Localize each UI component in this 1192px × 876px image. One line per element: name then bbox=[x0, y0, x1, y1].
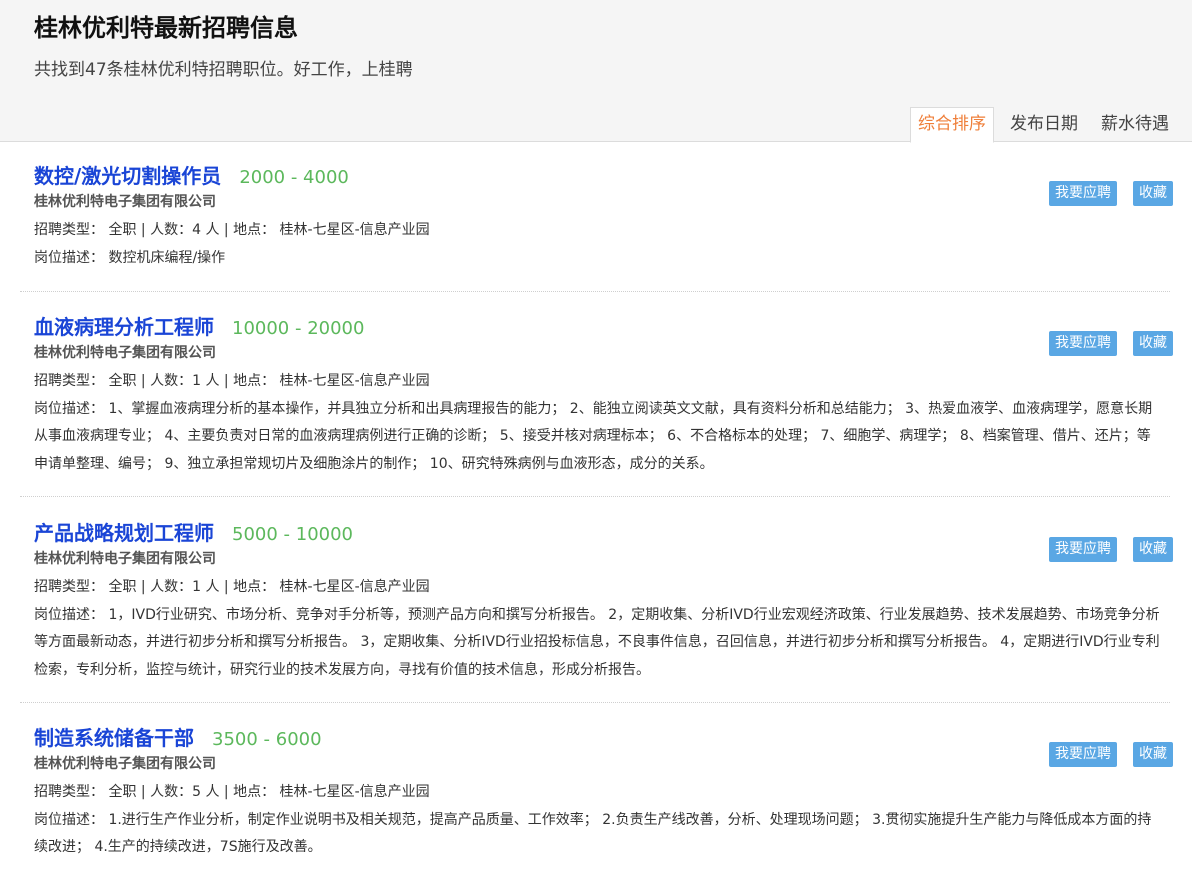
sort-tabs: 综合排序 发布日期 薪水待遇 bbox=[901, 107, 1176, 143]
desc-text: 1.进行生产作业分析，制定作业说明书及相关规范，提高产品质量、工作效率； 2.负… bbox=[34, 811, 1152, 856]
job-type: 全职 bbox=[108, 784, 137, 800]
job-salary: 2000 - 4000 bbox=[239, 167, 349, 188]
job-header: 数控/激光切割操作员 2000 - 4000 bbox=[34, 160, 1170, 190]
location-label: 地点： bbox=[233, 579, 276, 595]
job-meta: 招聘类型： 全职 | 人数：1 人 | 地点： 桂林-七星区-信息产业园 bbox=[34, 574, 1170, 602]
desc-text: 1、掌握血液病理分析的基本操作，并具独立分析和出具病理报告的能力； 2、能独立阅… bbox=[34, 400, 1153, 472]
company-name: 桂林优利特电子集团有限公司 bbox=[34, 194, 216, 210]
desc-label: 岗位描述： bbox=[34, 400, 104, 417]
divider bbox=[20, 702, 1170, 703]
type-label: 招聘类型： bbox=[34, 784, 104, 800]
count-label: 人数： bbox=[150, 373, 193, 389]
separator: | bbox=[223, 373, 229, 389]
job-listing: 产品战略规划工程师 5000 - 10000 桂林优利特电子集团有限公司 招聘类型… bbox=[20, 517, 1170, 684]
job-description: 岗位描述： 1.进行生产作业分析，制定作业说明书及相关规范，提高产品质量、工作效… bbox=[34, 807, 1170, 862]
separator: | bbox=[223, 579, 229, 595]
apply-button[interactable]: 我要应聘 bbox=[1049, 537, 1117, 562]
count-unit: 人 bbox=[205, 222, 220, 238]
job-actions: 我要应聘 收藏 bbox=[1049, 742, 1173, 767]
scroll-edge bbox=[1185, 150, 1192, 876]
desc-label: 岗位描述： bbox=[34, 249, 104, 266]
job-type: 全职 bbox=[108, 579, 137, 595]
separator: | bbox=[140, 579, 146, 595]
divider bbox=[20, 496, 1170, 497]
sort-tab-comprehensive[interactable]: 综合排序 bbox=[910, 107, 994, 143]
job-listing: 数控/激光切割操作员 2000 - 4000 桂林优利特电子集团有限公司 招聘类型… bbox=[20, 160, 1170, 272]
sort-tab-publish-date[interactable]: 发布日期 bbox=[1003, 107, 1085, 142]
count-label: 人数： bbox=[150, 784, 193, 800]
job-actions: 我要应聘 收藏 bbox=[1049, 537, 1173, 562]
type-label: 招聘类型： bbox=[34, 373, 104, 389]
job-title-link[interactable]: 血液病理分析工程师 bbox=[34, 315, 214, 339]
job-location: 桂林-七星区-信息产业园 bbox=[279, 579, 430, 595]
job-description: 岗位描述： 数控机床编程/操作 bbox=[34, 245, 1170, 273]
sort-tab-salary[interactable]: 薪水待遇 bbox=[1094, 107, 1176, 142]
location-label: 地点： bbox=[233, 222, 276, 238]
job-header: 制造系统储备干部 3500 - 6000 bbox=[34, 722, 1170, 752]
desc-label: 岗位描述： bbox=[34, 606, 104, 623]
type-label: 招聘类型： bbox=[34, 222, 104, 238]
location-label: 地点： bbox=[233, 784, 276, 800]
job-location: 桂林-七星区-信息产业园 bbox=[279, 784, 430, 800]
page-title: 桂林优利特最新招聘信息 bbox=[34, 14, 298, 42]
job-title-link[interactable]: 制造系统储备干部 bbox=[34, 726, 194, 750]
job-type: 全职 bbox=[108, 222, 137, 238]
job-salary: 10000 - 20000 bbox=[232, 318, 365, 339]
job-header: 产品战略规划工程师 5000 - 10000 bbox=[34, 517, 1170, 547]
separator: | bbox=[223, 784, 229, 800]
separator: | bbox=[140, 784, 146, 800]
job-title-link[interactable]: 数控/激光切割操作员 bbox=[34, 164, 221, 188]
apply-button[interactable]: 我要应聘 bbox=[1049, 742, 1117, 767]
job-description: 岗位描述： 1，IVD行业研究、市场分析、竞争对手分析等，预测产品方向和撰写分析… bbox=[34, 602, 1170, 685]
favorite-button[interactable]: 收藏 bbox=[1133, 331, 1173, 356]
favorite-button[interactable]: 收藏 bbox=[1133, 742, 1173, 767]
type-label: 招聘类型： bbox=[34, 579, 104, 595]
job-listing: 制造系统储备干部 3500 - 6000 桂林优利特电子集团有限公司 招聘类型： … bbox=[20, 722, 1170, 862]
separator: | bbox=[223, 222, 229, 238]
desc-label: 岗位描述： bbox=[34, 811, 104, 828]
job-actions: 我要应聘 收藏 bbox=[1049, 331, 1173, 356]
page-subtitle: 共找到47条桂林优利特招聘职位。好工作，上桂聘 bbox=[34, 60, 413, 80]
job-location: 桂林-七星区-信息产业园 bbox=[279, 222, 430, 238]
job-location: 桂林-七星区-信息产业园 bbox=[279, 373, 430, 389]
count-unit: 人 bbox=[205, 579, 220, 595]
desc-text: 数控机床编程/操作 bbox=[108, 249, 226, 266]
job-count: 5 bbox=[192, 784, 201, 800]
job-listing: 血液病理分析工程师 10000 - 20000 桂林优利特电子集团有限公司 招聘类… bbox=[20, 311, 1170, 478]
job-meta: 招聘类型： 全职 | 人数：1 人 | 地点： 桂林-七星区-信息产业园 bbox=[34, 368, 1170, 396]
favorite-button[interactable]: 收藏 bbox=[1133, 181, 1173, 206]
job-header: 血液病理分析工程师 10000 - 20000 bbox=[34, 311, 1170, 341]
apply-button[interactable]: 我要应聘 bbox=[1049, 331, 1117, 356]
job-title-link[interactable]: 产品战略规划工程师 bbox=[34, 521, 214, 545]
job-count: 1 bbox=[192, 579, 201, 595]
job-actions: 我要应聘 收藏 bbox=[1049, 181, 1173, 206]
job-meta: 招聘类型： 全职 | 人数：4 人 | 地点： 桂林-七星区-信息产业园 bbox=[34, 217, 1170, 245]
count-unit: 人 bbox=[205, 784, 220, 800]
location-label: 地点： bbox=[233, 373, 276, 389]
count-label: 人数： bbox=[150, 222, 193, 238]
divider bbox=[20, 291, 1170, 292]
page-header: 桂林优利特最新招聘信息 共找到47条桂林优利特招聘职位。好工作，上桂聘 综合排序… bbox=[0, 0, 1192, 143]
favorite-button[interactable]: 收藏 bbox=[1133, 537, 1173, 562]
count-label: 人数： bbox=[150, 579, 193, 595]
count-unit: 人 bbox=[205, 373, 220, 389]
company-name: 桂林优利特电子集团有限公司 bbox=[34, 551, 216, 567]
apply-button[interactable]: 我要应聘 bbox=[1049, 181, 1117, 206]
job-meta: 招聘类型： 全职 | 人数：5 人 | 地点： 桂林-七星区-信息产业园 bbox=[34, 779, 1170, 807]
job-count: 1 bbox=[192, 373, 201, 389]
job-count: 4 bbox=[192, 222, 201, 238]
desc-text: 1，IVD行业研究、市场分析、竞争对手分析等，预测产品方向和撰写分析报告。 2，… bbox=[34, 606, 1160, 678]
job-description: 岗位描述： 1、掌握血液病理分析的基本操作，并具独立分析和出具病理报告的能力； … bbox=[34, 396, 1170, 479]
company-name: 桂林优利特电子集团有限公司 bbox=[34, 345, 216, 361]
company-name: 桂林优利特电子集团有限公司 bbox=[34, 756, 216, 772]
job-type: 全职 bbox=[108, 373, 137, 389]
job-salary: 3500 - 6000 bbox=[212, 729, 322, 750]
job-salary: 5000 - 10000 bbox=[232, 524, 354, 545]
separator: | bbox=[140, 222, 146, 238]
separator: | bbox=[140, 373, 146, 389]
